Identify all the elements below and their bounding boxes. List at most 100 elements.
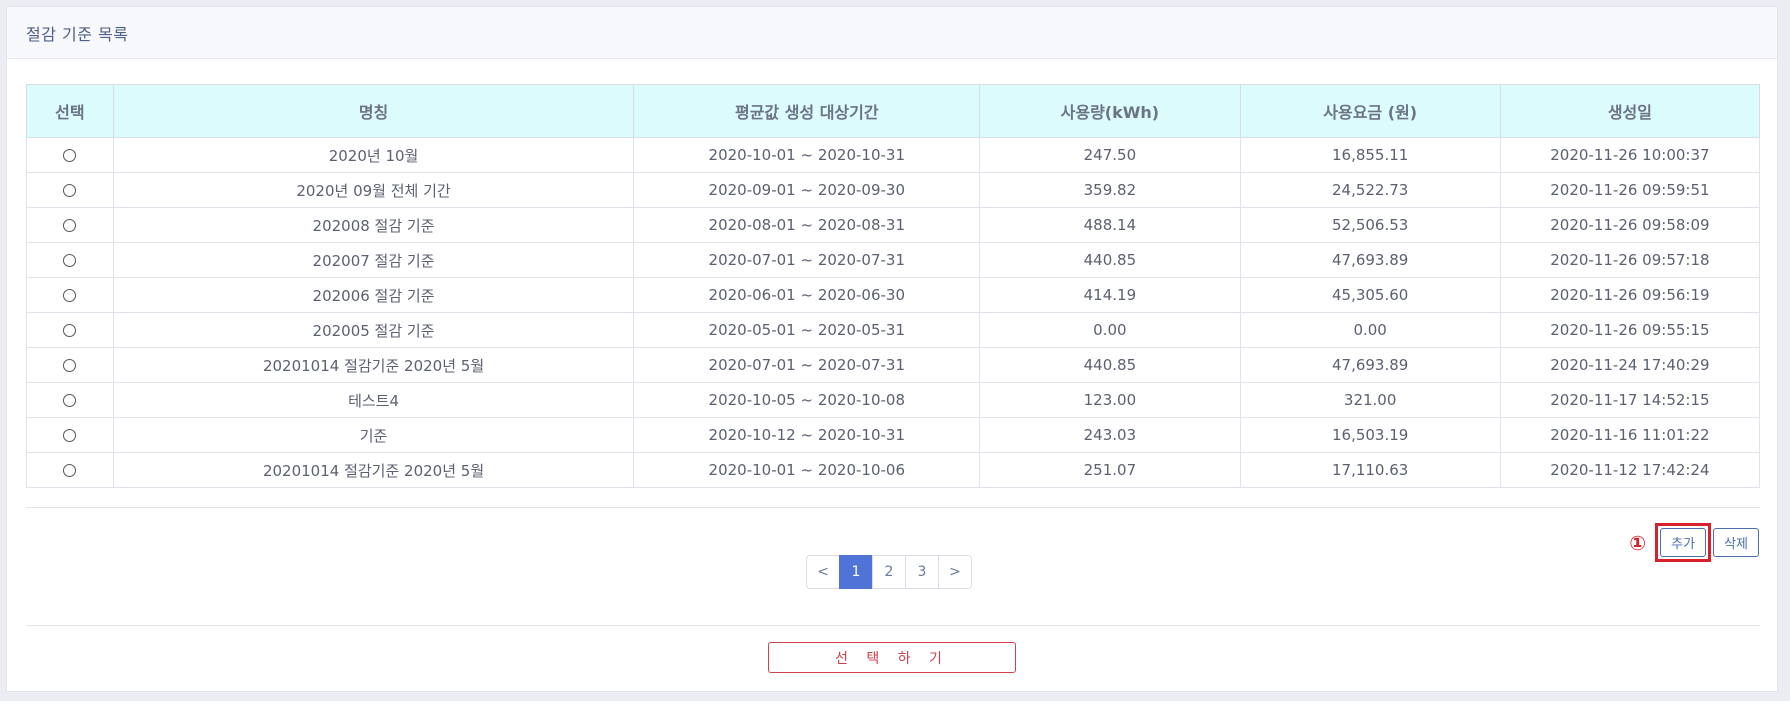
col-header-usage: 사용량(kWh) [979,84,1241,138]
col-header-select: 선택 [26,84,114,138]
table-row[interactable]: 테스트4 2020-10-05 ~ 2020-10-08 123.00 321.00 2… [26,382,1761,418]
annotation-highlight-box: 추가 [1655,523,1712,562]
cell-usage: 440.85 [979,347,1241,383]
cell-usage: 488.14 [979,207,1241,243]
cell-name: 202006 절감 기준 [112,277,635,313]
table-row[interactable]: 202005 절감 기준 2020-05-01 ~ 2020-05-31 0.00 0… [26,312,1761,348]
cell-fee: 47,693.89 [1239,347,1501,383]
cell-period: 2020-10-12 ~ 2020-10-31 [633,417,981,453]
cell-created: 2020-11-26 09:58:09 [1499,207,1761,243]
cell-name: 2020년 10월 [112,137,635,173]
table-row[interactable]: 20201014 절감기준 2020년 5월 2020-07-01 ~ 2020-… [26,347,1761,383]
row-select-cell [26,417,114,453]
cell-period: 2020-10-01 ~ 2020-10-06 [633,452,981,488]
cell-name: 테스트4 [112,382,635,418]
cell-created: 2020-11-26 09:57:18 [1499,242,1761,278]
cell-created: 2020-11-17 14:52:15 [1499,382,1761,418]
cell-fee: 24,522.73 [1239,172,1501,208]
cell-usage: 440.85 [979,242,1241,278]
cell-usage: 247.50 [979,137,1241,173]
page-1-button[interactable]: 1 [839,555,873,589]
cell-name: 20201014 절감기준 2020년 5월 [112,452,635,488]
cell-created: 2020-11-26 10:00:37 [1499,137,1761,173]
cell-period: 2020-07-01 ~ 2020-07-31 [633,242,981,278]
row-radio-button[interactable] [63,149,77,162]
table-row[interactable]: 2020년 09월 전체 기간 2020-09-01 ~ 2020-09-30 35… [26,172,1761,208]
row-radio-button[interactable] [63,219,77,232]
row-select-cell [26,277,114,313]
page-2-button[interactable]: 2 [872,555,906,589]
row-select-cell [26,242,114,278]
cell-name: 기준 [112,417,635,453]
row-radio-button[interactable] [63,464,77,477]
col-header-period: 평균값 생성 대상기간 [633,84,981,138]
table-row[interactable]: 202007 절감 기준 2020-07-01 ~ 2020-07-31 440.8… [26,242,1761,278]
baseline-list-panel: 절감 기준 목록 선택 명칭 평균값 생성 대상기간 사용량(kWh) 사용요금… [6,6,1778,692]
table-row[interactable]: 기준 2020-10-12 ~ 2020-10-31 243.03 16,503.19… [26,417,1761,453]
cell-fee: 52,506.53 [1239,207,1501,243]
divider [26,507,1760,508]
row-radio-button[interactable] [63,394,77,407]
row-radio-button[interactable] [63,254,77,267]
divider [26,625,1760,626]
page-next-button[interactable]: > [938,555,972,589]
cell-period: 2020-09-01 ~ 2020-09-30 [633,172,981,208]
action-buttons: ① 추가 삭제 [1629,523,1759,562]
cell-period: 2020-10-05 ~ 2020-10-08 [633,382,981,418]
cell-fee: 17,110.63 [1239,452,1501,488]
cell-name: 202008 절감 기준 [112,207,635,243]
page-prev-button[interactable]: < [806,555,840,589]
cell-created: 2020-11-12 17:42:24 [1499,452,1761,488]
row-radio-button[interactable] [63,324,77,337]
pagination: < 1 2 3 > [806,555,972,589]
row-select-cell [26,172,114,208]
add-button[interactable]: 추가 [1660,528,1707,557]
cell-fee: 45,305.60 [1239,277,1501,313]
cell-period: 2020-08-01 ~ 2020-08-31 [633,207,981,243]
cell-name: 20201014 절감기준 2020년 5월 [112,347,635,383]
cell-usage: 0.00 [979,312,1241,348]
page-3-button[interactable]: 3 [905,555,939,589]
cell-created: 2020-11-16 11:01:22 [1499,417,1761,453]
cell-usage: 414.19 [979,277,1241,313]
cell-name: 2020년 09월 전체 기간 [112,172,635,208]
cell-usage: 359.82 [979,172,1241,208]
cell-created: 2020-11-26 09:56:19 [1499,277,1761,313]
cell-period: 2020-05-01 ~ 2020-05-31 [633,312,981,348]
cell-period: 2020-06-01 ~ 2020-06-30 [633,277,981,313]
row-select-cell [26,137,114,173]
cell-period: 2020-07-01 ~ 2020-07-31 [633,347,981,383]
cell-fee: 321.00 [1239,382,1501,418]
table-row[interactable]: 202006 절감 기준 2020-06-01 ~ 2020-06-30 414.1… [26,277,1761,313]
row-select-cell [26,312,114,348]
table-row[interactable]: 20201014 절감기준 2020년 5월 2020-10-01 ~ 2020-… [26,452,1761,488]
cell-fee: 0.00 [1239,312,1501,348]
cell-name: 202005 절감 기준 [112,312,635,348]
cell-fee: 16,855.11 [1239,137,1501,173]
table-row[interactable]: 202008 절감 기준 2020-08-01 ~ 2020-08-31 488.1… [26,207,1761,243]
delete-button[interactable]: 삭제 [1713,528,1759,557]
row-radio-button[interactable] [63,184,77,197]
table-row[interactable]: 2020년 10월 2020-10-01 ~ 2020-10-31 247.50 16… [26,137,1761,173]
cell-period: 2020-10-01 ~ 2020-10-31 [633,137,981,173]
panel-header: 절감 기준 목록 [7,7,1777,59]
row-select-cell [26,207,114,243]
cell-created: 2020-11-26 09:59:51 [1499,172,1761,208]
col-header-name: 명칭 [112,84,635,138]
row-radio-button[interactable] [63,359,77,372]
cell-created: 2020-11-26 09:55:15 [1499,312,1761,348]
select-button[interactable]: 선 택 하 기 [768,642,1016,673]
cell-usage: 243.03 [979,417,1241,453]
row-radio-button[interactable] [63,429,77,442]
baseline-table: 선택 명칭 평균값 생성 대상기간 사용량(kWh) 사용요금 (원) 생성일 … [26,84,1761,488]
cell-fee: 47,693.89 [1239,242,1501,278]
table-header-row: 선택 명칭 평균값 생성 대상기간 사용량(kWh) 사용요금 (원) 생성일 [26,84,1761,138]
cell-created: 2020-11-24 17:40:29 [1499,347,1761,383]
cell-fee: 16,503.19 [1239,417,1501,453]
col-header-created: 생성일 [1499,84,1761,138]
col-header-fee: 사용요금 (원) [1239,84,1501,138]
row-select-cell [26,382,114,418]
panel-title: 절감 기준 목록 [26,24,129,44]
row-radio-button[interactable] [63,289,77,302]
cell-usage: 251.07 [979,452,1241,488]
